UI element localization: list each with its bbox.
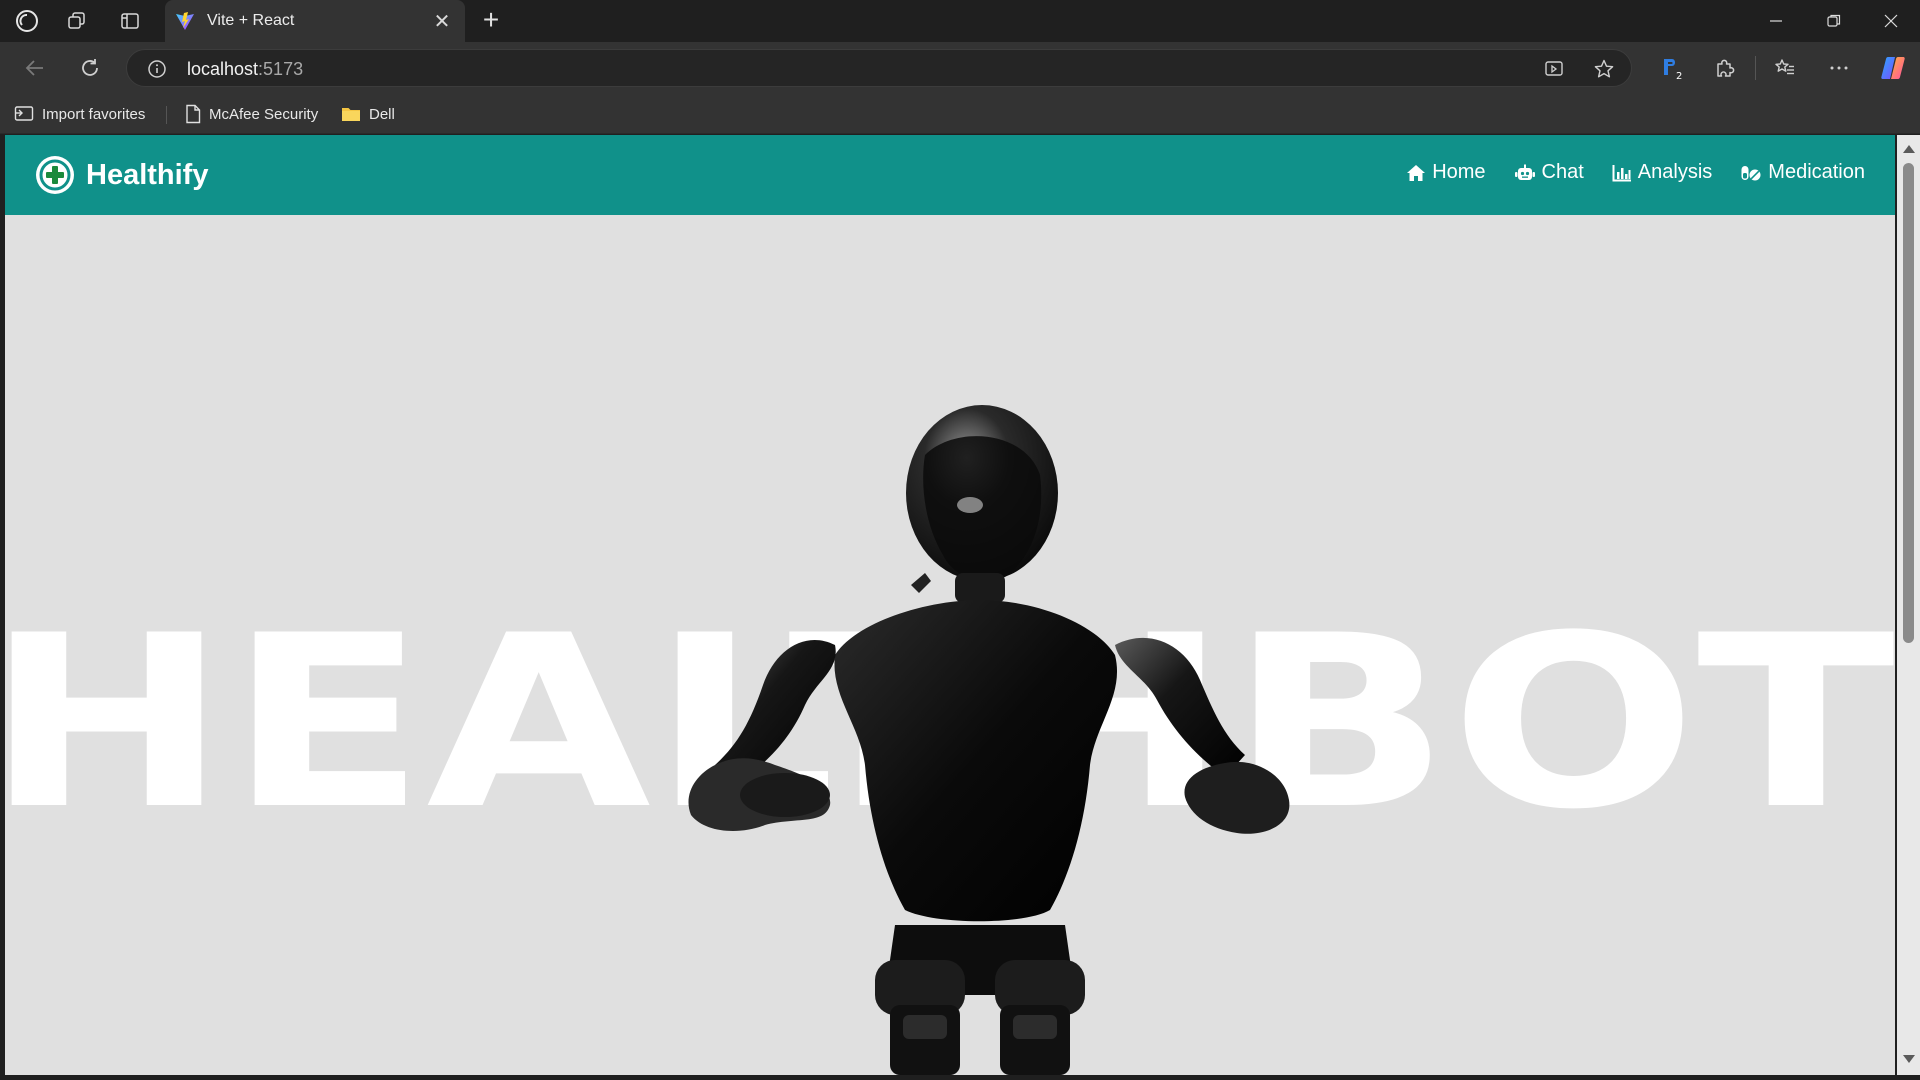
favorite-label: Import favorites <box>42 105 146 123</box>
site-info-icon[interactable] <box>147 59 167 79</box>
scrollbar-thumb[interactable] <box>1903 163 1914 643</box>
nav-label: Medication <box>1768 161 1865 183</box>
extensions-puzzle-icon[interactable] <box>1711 54 1739 82</box>
favorites-bar: Import favorites McAfee Security Dell <box>0 94 1920 134</box>
profile-icon[interactable] <box>14 9 40 33</box>
favorites-divider <box>166 106 167 124</box>
page-scrollbar[interactable] <box>1897 135 1920 1075</box>
title-bar: Vite + React ✕ + <box>0 0 1920 42</box>
favorite-import[interactable]: Import favorites <box>14 103 145 125</box>
page-icon <box>186 104 201 124</box>
svg-text:2: 2 <box>1676 71 1682 81</box>
nav-label: Home <box>1432 161 1486 183</box>
minimize-icon[interactable] <box>1747 0 1805 42</box>
nav-medication[interactable]: Medication <box>1740 161 1865 184</box>
scroll-up-icon[interactable] <box>1903 145 1915 153</box>
page-viewport: Healthify Home Chat Analysis Medication <box>5 135 1895 1075</box>
window-bottom-edge <box>0 1075 1920 1080</box>
address-bar[interactable]: localhost:5173 <box>126 49 1632 87</box>
robot-illustration <box>688 405 1290 1075</box>
nav-analysis[interactable]: Analysis <box>1612 161 1712 184</box>
favorite-label: Dell <box>369 105 395 123</box>
brand[interactable]: Healthify <box>34 154 208 196</box>
refresh-icon[interactable] <box>76 54 104 82</box>
favorite-star-icon[interactable] <box>1593 58 1615 80</box>
close-window-icon[interactable] <box>1862 0 1920 42</box>
nav-label: Analysis <box>1637 161 1713 183</box>
new-tab-icon[interactable]: + <box>478 6 504 34</box>
extension-badge-icon[interactable]: 2 <box>1658 54 1686 82</box>
nav-chat[interactable]: Chat <box>1514 161 1584 184</box>
close-tab-icon[interactable]: ✕ <box>431 9 453 34</box>
workspaces-icon[interactable] <box>64 9 90 33</box>
tab-title: Vite + React <box>207 12 295 29</box>
health-cross-icon <box>36 156 74 194</box>
hero-section: HEALTHBOT <box>5 215 1895 1075</box>
more-menu-icon[interactable] <box>1825 54 1853 82</box>
back-icon[interactable] <box>21 54 49 82</box>
app-available-icon[interactable] <box>1543 58 1565 80</box>
vertical-tabs-icon[interactable] <box>117 9 143 33</box>
brand-name: Healthify <box>86 158 209 191</box>
toolbar-divider <box>1755 56 1756 80</box>
restore-icon[interactable] <box>1805 0 1863 42</box>
folder-icon <box>342 108 360 121</box>
app-navbar: Healthify Home Chat Analysis Medication <box>5 135 1895 215</box>
navigation-bar: localhost:5173 2 <box>0 42 1920 94</box>
copilot-icon[interactable] <box>1879 54 1907 82</box>
url-text: localhost:5173 <box>187 59 304 79</box>
nav-home[interactable]: Home <box>1406 161 1486 184</box>
nav-label: Chat <box>1541 161 1584 183</box>
active-tab[interactable]: Vite + React ✕ <box>165 0 465 42</box>
home-icon <box>1407 164 1426 181</box>
favorite-label: McAfee Security <box>209 105 319 123</box>
favorite-dell[interactable]: Dell <box>341 103 395 125</box>
pills-icon <box>1741 165 1761 180</box>
favorite-mcafee[interactable]: McAfee Security <box>185 103 318 125</box>
bar-chart-icon <box>1612 164 1631 181</box>
scroll-down-icon[interactable] <box>1903 1055 1915 1063</box>
browser-window: Vite + React ✕ + localhost:5173 2 Import… <box>0 0 1920 1080</box>
app-menu: Home Chat Analysis Medication <box>1406 161 1865 184</box>
import-icon <box>14 106 34 121</box>
favorites-list-icon[interactable] <box>1771 54 1799 82</box>
robot-icon <box>1514 164 1535 180</box>
vite-icon <box>176 12 194 30</box>
